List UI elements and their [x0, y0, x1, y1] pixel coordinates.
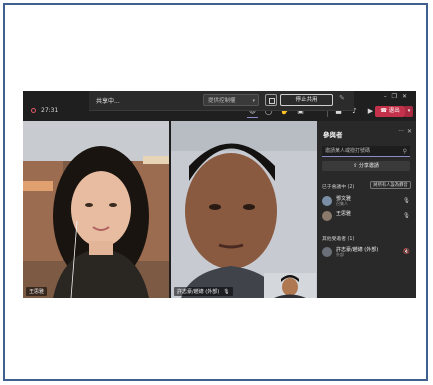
self-view-video[interactable]: [264, 273, 316, 298]
self-view-image: [264, 273, 316, 298]
close-icon[interactable]: ✕: [402, 93, 412, 100]
phone-icon: ☎: [380, 108, 389, 114]
other-invitees-section-header[interactable]: 其他受邀者 (1): [322, 235, 354, 242]
leave-options-button[interactable]: ▾: [405, 106, 413, 117]
share-invite-button[interactable]: ⇪ 分享邀請: [322, 161, 410, 171]
invite-search-input[interactable]: 邀請某人或撥打號碼 ⚲: [322, 146, 410, 157]
picture-in-picture-icon[interactable]: [265, 94, 277, 106]
participant-2-video: [171, 121, 317, 298]
search-icon: ⚲: [402, 148, 407, 155]
minimize-icon[interactable]: –: [384, 93, 392, 100]
avatar: [322, 247, 332, 257]
avatar: [322, 196, 332, 206]
mic-muted-icon: 🔇: [403, 249, 410, 255]
more-options-icon[interactable]: ···: [398, 128, 404, 135]
maximize-icon[interactable]: ❐: [392, 93, 402, 100]
in-meeting-section-header[interactable]: 已于會議中 (2): [322, 183, 354, 190]
teams-meeting-window: 27:31 ☺ ◯ ✋ ▣ ··· ■ ♪ ▶ ☎ 退出 ▾ 共享中... 提供…: [23, 91, 416, 298]
mic-icon: 🎙: [403, 198, 410, 204]
participant-1-nametag: 王思雅: [26, 287, 48, 296]
participant-name: 王思雅: [336, 211, 352, 217]
participant-role: 召集人: [336, 201, 348, 206]
mic-icon: 🎙: [403, 213, 410, 219]
participant-2-nametag: 許志豪/趙總 (外部) 🎙: [174, 287, 233, 296]
participant-role: 外部: [336, 252, 344, 257]
meeting-timer: 27:31: [41, 107, 59, 114]
pen-icon[interactable]: ✎: [339, 94, 345, 102]
give-control-select[interactable]: 提供控制權 ▾: [203, 94, 259, 106]
window-controls: –❐✕: [384, 93, 412, 100]
leave-button[interactable]: ☎ 退出: [375, 106, 405, 117]
sharing-control-bar: 共享中... 提供控制權 ▾ 停止共用 ✎: [89, 91, 354, 111]
video-tile-participant-1[interactable]: 王思雅: [23, 121, 169, 298]
participant-1-name: 王思雅: [29, 289, 45, 295]
leave-label: 退出: [388, 108, 400, 114]
give-control-label: 提供控制權: [208, 98, 236, 104]
participants-panel: 參與者 ··· ✕ 邀請某人或撥打號碼 ⚲ ⇪ 分享邀請 已于會議中 (2) 將…: [317, 121, 416, 298]
participant-2-name: 許志豪/趙總 (外部): [177, 289, 220, 295]
invite-search-placeholder: 邀請某人或撥打號碼: [325, 148, 371, 154]
close-panel-icon[interactable]: ✕: [407, 128, 412, 135]
recording-icon: [31, 108, 36, 113]
sharing-status: 共享中...: [96, 98, 120, 105]
chevron-down-icon: ▾: [407, 108, 411, 114]
participant-row[interactable]: 王思雅 🎙: [322, 210, 412, 222]
avatar: [322, 211, 332, 221]
share-invite-label: 分享邀請: [358, 163, 379, 169]
stop-sharing-button[interactable]: 停止共用: [280, 94, 333, 106]
video-tile-participant-2[interactable]: 許志豪/趙總 (外部) 🎙: [171, 121, 317, 298]
chevron-down-icon: ▾: [252, 98, 255, 104]
participant-1-video: [23, 121, 169, 298]
participant-row[interactable]: 許志豪/趙總 (外部) 外部 🔇: [322, 246, 412, 258]
mute-all-button[interactable]: 將所有人設為靜音: [370, 181, 411, 189]
panel-title: 參與者: [323, 131, 343, 139]
participant-row[interactable]: 鄧文雅 召集人 🎙: [322, 195, 412, 207]
mic-icon: 🎙: [223, 289, 230, 295]
